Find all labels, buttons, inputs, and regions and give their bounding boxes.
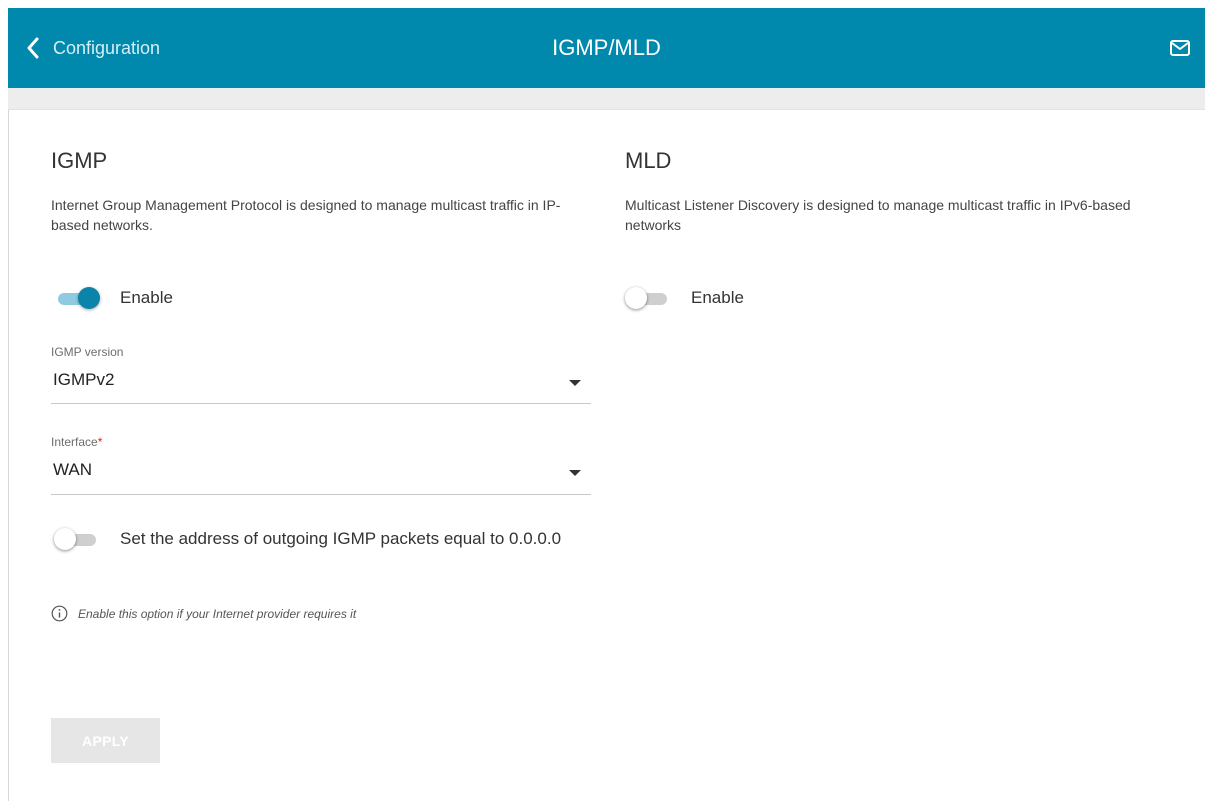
interface-value: WAN	[53, 460, 93, 479]
address-zero-label: Set the address of outgoing IGMP packets…	[120, 529, 562, 548]
envelope-icon[interactable]	[1169, 38, 1191, 58]
switch-knob	[78, 287, 100, 309]
back-link[interactable]: Configuration	[26, 8, 160, 88]
igmp-version-label: IGMP version	[51, 345, 124, 359]
provider-hint: Enable this option if your Internet prov…	[51, 605, 356, 622]
apply-button[interactable]: APPLY	[51, 718, 160, 763]
info-circle-icon	[51, 605, 68, 622]
address-zero-toggle[interactable]: Set the address of outgoing IGMP packets…	[54, 528, 580, 551]
mld-enable-label: Enable	[691, 288, 744, 307]
igmp-version-value: IGMPv2	[53, 370, 115, 389]
back-link-label: Configuration	[53, 37, 161, 58]
page-title: IGMP/MLD	[552, 35, 661, 60]
mld-enable-switch[interactable]	[625, 286, 671, 310]
page-frame	[8, 8, 1205, 801]
mld-heading: MLD	[625, 148, 672, 173]
igmp-enable-switch[interactable]	[54, 286, 100, 310]
interface-label-text: Interface	[51, 435, 98, 449]
chevron-left-icon	[27, 37, 39, 59]
caret-down-icon	[569, 380, 581, 386]
interface-select[interactable]: Interface* WAN	[51, 430, 591, 495]
caret-down-icon	[569, 470, 581, 476]
mld-description: Multicast Listener Discovery is designed…	[625, 197, 1131, 233]
sub-header-strip	[8, 88, 1205, 110]
igmp-description: Internet Group Management Protocol is de…	[51, 197, 561, 233]
address-zero-switch[interactable]	[54, 527, 100, 551]
mld-enable-toggle[interactable]: Enable	[625, 286, 744, 310]
provider-hint-text: Enable this option if your Internet prov…	[78, 606, 357, 621]
igmp-version-select[interactable]: IGMP version IGMPv2	[51, 340, 591, 404]
required-mark: *	[97, 435, 103, 449]
igmp-enable-label: Enable	[120, 288, 173, 307]
interface-label: Interface*	[51, 435, 102, 449]
switch-knob	[625, 287, 647, 309]
igmp-heading: IGMP	[51, 148, 108, 173]
header-bar: Configuration IGMP/MLD	[8, 8, 1205, 88]
igmp-enable-toggle[interactable]: Enable	[54, 286, 173, 310]
switch-knob	[54, 528, 76, 550]
